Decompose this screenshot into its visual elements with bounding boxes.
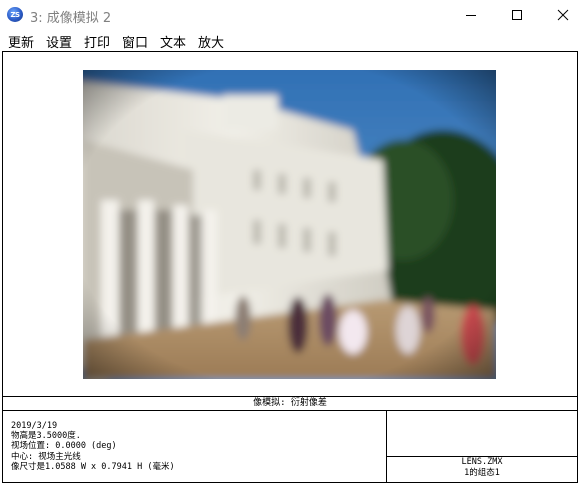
zemax-app-icon[interactable]: ZS [7,7,23,22]
info-image-size: 像尺寸是1.0588 W x 0.7941 H (毫米) [11,461,175,472]
menu-bar: 更新 设置 打印 窗口 文本 放大 [0,30,586,51]
lens-file-name: LENS.ZMX [461,457,503,467]
app-icon-label: ZS [10,10,20,19]
menu-update[interactable]: 更新 [8,32,34,51]
window-title: 3: 成像模拟 2 [30,11,112,26]
maximize-icon [512,10,522,20]
menu-zoom[interactable]: 放大 [198,32,224,51]
info-field-height: 物高是3.5000度. [11,431,81,442]
graphic-window: 像模拟: 衍射像差 2019/3/19 物高是3.5000度. 视场位置: 0.… [2,51,578,483]
simulated-image [83,70,496,379]
lens-info-block: LENS.ZMX 1的组态1 [387,457,577,478]
configuration-label: 1的组态1 [464,467,500,478]
blurred-building-photo [83,70,496,379]
info-center: 中心: 视场主光线 [11,451,81,462]
image-caption: 像模拟: 衍射像差 [3,396,577,411]
menu-settings[interactable]: 设置 [46,32,72,51]
minimize-button[interactable] [448,0,494,30]
close-icon [557,9,569,21]
maximize-button[interactable] [494,0,540,30]
close-button[interactable] [540,0,586,30]
title-bar: ZS 3: 成像模拟 2 [0,0,586,30]
info-date: 2019/3/19 [11,421,58,431]
info-block: 2019/3/19 物高是3.5000度. 视场位置: 0.0000 (deg)… [11,421,381,472]
info-field-position: 视场位置: 0.0000 (deg) [11,441,117,452]
menu-window[interactable]: 窗口 [122,32,148,51]
minimize-icon [466,15,476,16]
menu-print[interactable]: 打印 [84,32,110,51]
menu-text[interactable]: 文本 [160,32,186,51]
